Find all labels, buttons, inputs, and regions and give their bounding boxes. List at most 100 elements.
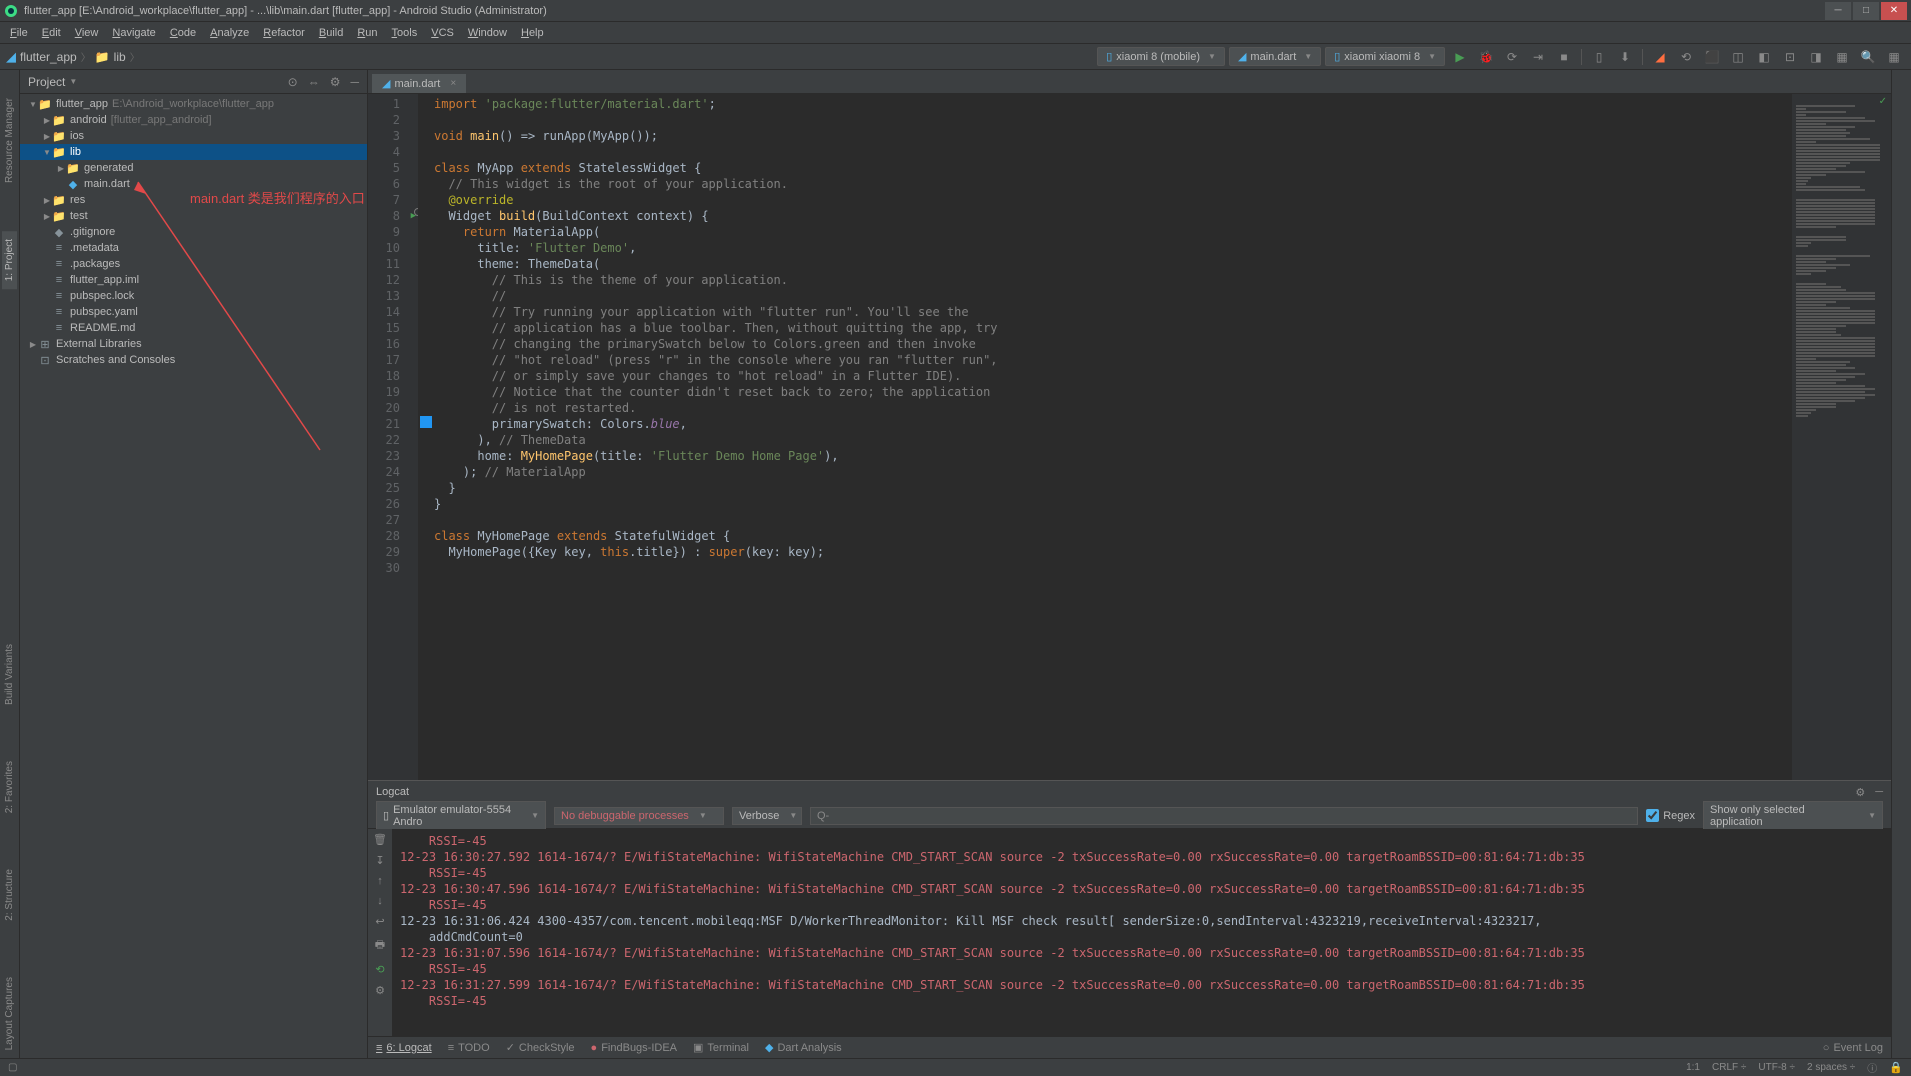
tree-item[interactable]: ▶📁android[flutter_app_android]	[20, 112, 367, 128]
tree-item[interactable]: ▶📁ios	[20, 128, 367, 144]
menu-navigate[interactable]: Navigate	[106, 25, 161, 41]
restart-icon[interactable]: ⟲	[375, 963, 384, 976]
close-button[interactable]: ✕	[1881, 2, 1907, 20]
flutter-inspector-button[interactable]: ◢	[1649, 46, 1671, 68]
close-tab-icon[interactable]: ×	[450, 78, 456, 89]
hide-icon[interactable]: ─	[1875, 786, 1883, 799]
menu-analyze[interactable]: Analyze	[204, 25, 255, 41]
tool5-button[interactable]: ▦	[1831, 46, 1853, 68]
sidebar-tab-favorites[interactable]: 2: Favorites	[2, 753, 17, 821]
minimize-button[interactable]: ─	[1825, 2, 1851, 20]
avd-button[interactable]: ▯	[1588, 46, 1610, 68]
rerun-button[interactable]: ⬛	[1701, 46, 1723, 68]
menu-code[interactable]: Code	[164, 25, 202, 41]
sidebar-tab-structure[interactable]: 2: Structure	[2, 861, 17, 929]
menu-run[interactable]: Run	[351, 25, 383, 41]
target-selector[interactable]: ▯ xiaomi xiaomi 8 ▼	[1325, 47, 1445, 66]
tool3-button[interactable]: ⊡	[1779, 46, 1801, 68]
gear-icon[interactable]: ⚙	[1855, 786, 1865, 799]
gear-icon[interactable]: ⚙	[375, 984, 385, 997]
run-config-selector[interactable]: ◢ main.dart ▼	[1229, 47, 1321, 66]
scroll-end-icon[interactable]: ↧	[375, 854, 384, 867]
context-icon[interactable]: ⓘ	[1867, 1060, 1877, 1075]
tree-item[interactable]: ▶⊞External Libraries	[20, 336, 367, 352]
menu-build[interactable]: Build	[313, 25, 349, 41]
logcat-process-select[interactable]: No debuggable processes ▼	[554, 807, 724, 825]
tree-item[interactable]: ≡pubspec.lock	[20, 288, 367, 304]
down-icon[interactable]: ↓	[377, 895, 383, 907]
hide-panels-icon[interactable]: ▢	[8, 1062, 17, 1073]
tree-item[interactable]: ▶📁generated	[20, 160, 367, 176]
project-tree[interactable]: main.dart 类是我们程序的入口 ▼📁flutter_appE:\Andr…	[20, 94, 367, 1058]
trash-icon[interactable]: 🗑	[373, 833, 387, 846]
sync-button[interactable]: ⟲	[1675, 46, 1697, 68]
lock-icon[interactable]: 🔒	[1889, 1061, 1903, 1074]
menu-help[interactable]: Help	[515, 25, 550, 41]
device-selector[interactable]: ▯ xiaomi 8 (mobile) ▼	[1097, 47, 1225, 66]
sidebar-tab-resource[interactable]: Resource Manager	[2, 90, 17, 191]
bottom-tab[interactable]: ≡6: Logcat	[376, 1042, 432, 1054]
attach-button[interactable]: ⇥	[1527, 46, 1549, 68]
menu-edit[interactable]: Edit	[36, 25, 67, 41]
stop-button[interactable]: ■	[1553, 46, 1575, 68]
logcat-level-select[interactable]: Verbose ▼	[732, 807, 802, 825]
chevron-down-icon[interactable]: ▼	[69, 77, 77, 86]
wrap-icon[interactable]: ↩	[375, 915, 384, 928]
locate-icon[interactable]: ⊙	[288, 75, 298, 89]
editor-tab-main[interactable]: ◢ main.dart ×	[372, 74, 466, 93]
run-button[interactable]: ▶	[1449, 46, 1471, 68]
tree-item[interactable]: ≡flutter_app.iml	[20, 272, 367, 288]
indent[interactable]: 2 spaces ÷	[1807, 1062, 1855, 1073]
breadcrumb-project[interactable]: flutter_app	[20, 50, 77, 64]
menu-tools[interactable]: Tools	[386, 25, 424, 41]
tree-item[interactable]: ▶📁test	[20, 208, 367, 224]
logcat-regex-checkbox[interactable]: Regex	[1646, 809, 1695, 822]
tree-item[interactable]: ≡.packages	[20, 256, 367, 272]
menu-file[interactable]: File	[4, 25, 34, 41]
tool2-button[interactable]: ◧	[1753, 46, 1775, 68]
breadcrumb-folder[interactable]: lib	[114, 50, 126, 64]
bottom-tab[interactable]: ≡TODO	[448, 1042, 490, 1054]
event-log-button[interactable]: ○ Event Log	[1823, 1042, 1883, 1054]
sidebar-tab-layout-captures[interactable]: Layout Captures	[2, 969, 17, 1058]
line-ending[interactable]: CRLF ÷	[1712, 1062, 1746, 1073]
tree-item[interactable]: ≡pubspec.yaml	[20, 304, 367, 320]
bottom-tab[interactable]: ◆Dart Analysis	[765, 1041, 842, 1054]
tree-item[interactable]: ≡.metadata	[20, 240, 367, 256]
code-minimap[interactable]: ✓	[1791, 94, 1891, 780]
bottom-tab[interactable]: ✓CheckStyle	[506, 1041, 575, 1054]
menu-refactor[interactable]: Refactor	[257, 25, 311, 41]
menu-vcs[interactable]: VCS	[425, 25, 460, 41]
hide-icon[interactable]: ─	[350, 75, 359, 89]
tool1-button[interactable]: ◫	[1727, 46, 1749, 68]
profile-button[interactable]: ⟳	[1501, 46, 1523, 68]
menubar: FileEditViewNavigateCodeAnalyzeRefactorB…	[0, 22, 1911, 44]
tool4-button[interactable]: ◨	[1805, 46, 1827, 68]
menu-window[interactable]: Window	[462, 25, 513, 41]
bottom-tab[interactable]: ▣Terminal	[693, 1041, 749, 1054]
tree-item[interactable]: ▼📁lib	[20, 144, 367, 160]
logcat-search-input[interactable]: Q-	[810, 807, 1638, 825]
bottom-tab[interactable]: ●FindBugs-IDEA	[591, 1042, 677, 1054]
collapse-icon[interactable]: ⇔	[308, 75, 320, 89]
maximize-button[interactable]: □	[1853, 2, 1879, 20]
logcat-filter-select[interactable]: Show only selected application ▼	[1703, 801, 1883, 831]
sidebar-tab-project[interactable]: 1: Project	[2, 231, 17, 289]
tree-item[interactable]: ⊡Scratches and Consoles	[20, 352, 367, 368]
tree-item[interactable]: ◆.gitignore	[20, 224, 367, 240]
up-icon[interactable]: ↑	[377, 875, 383, 887]
logcat-device-select[interactable]: ▯ Emulator emulator-5554 Andro ▼	[376, 801, 546, 831]
search-button[interactable]: 🔍	[1857, 46, 1879, 68]
code-editor[interactable]: import 'package:flutter/material.dart'; …	[418, 94, 1791, 780]
tree-item[interactable]: ▼📁flutter_appE:\Android_workplace\flutte…	[20, 96, 367, 112]
encoding[interactable]: UTF-8 ÷	[1758, 1062, 1795, 1073]
settings-button[interactable]: ▦	[1883, 46, 1905, 68]
print-icon[interactable]: 🖶	[375, 936, 385, 955]
debug-button[interactable]: 🐞	[1475, 46, 1497, 68]
sidebar-tab-build-variants[interactable]: Build Variants	[2, 636, 17, 713]
logcat-content[interactable]: RSSI=-4512-23 16:30:27.592 1614-1674/? E…	[392, 829, 1891, 1036]
sdk-button[interactable]: ⬇	[1614, 46, 1636, 68]
gear-icon[interactable]: ⚙	[330, 75, 341, 89]
menu-view[interactable]: View	[69, 25, 105, 41]
tree-item[interactable]: ≡README.md	[20, 320, 367, 336]
